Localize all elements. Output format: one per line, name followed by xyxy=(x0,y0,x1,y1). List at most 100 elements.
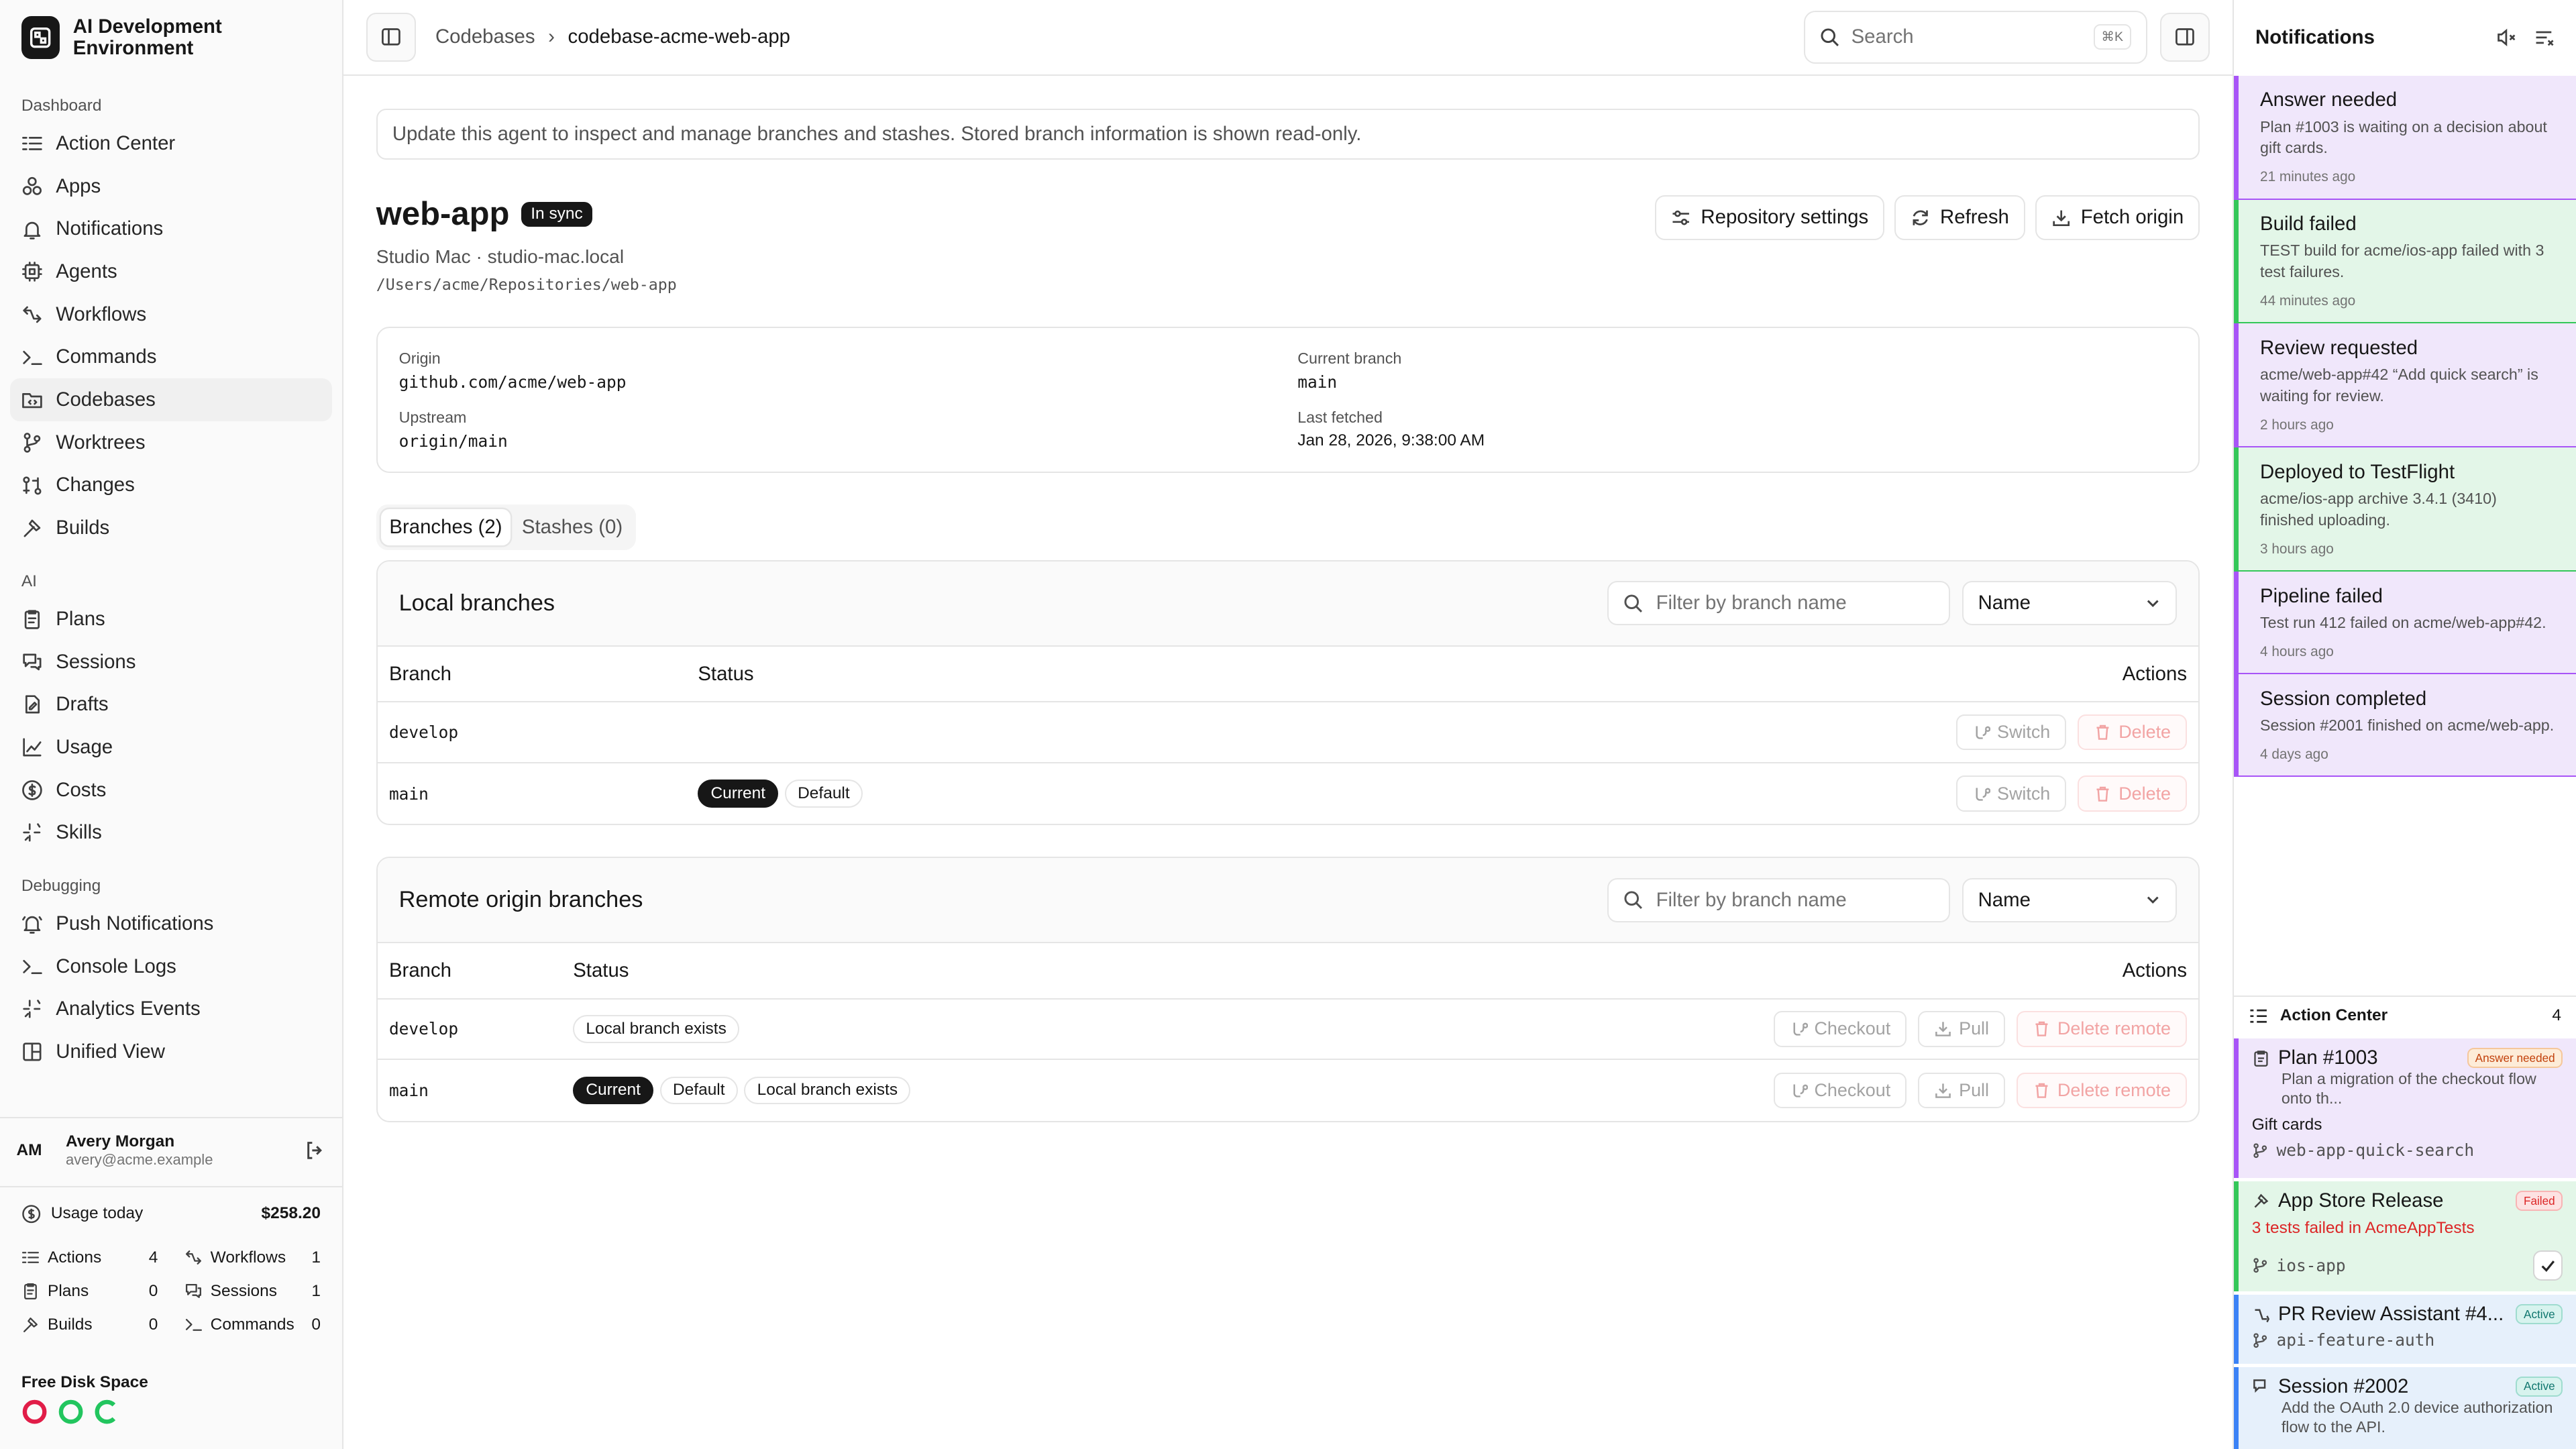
branch-name: develop xyxy=(388,722,459,742)
notifications-list: Answer needed Plan #1003 is waiting on a … xyxy=(2234,75,2576,777)
sidebar-item-label: Commands xyxy=(56,345,157,368)
sidebar-item-action-center[interactable]: Action Center xyxy=(0,122,332,165)
sidebar-item-plans[interactable]: Plans xyxy=(0,598,332,641)
search-input[interactable]: Search ⌘K xyxy=(1804,11,2147,64)
delete-remote-button[interactable]: Delete remote xyxy=(2017,1010,2188,1047)
apps-icon xyxy=(22,176,42,195)
notification-item[interactable]: Build failed TEST build for acme/ios-app … xyxy=(2234,199,2576,324)
sidebar-item-analytics-events[interactable]: Analytics Events xyxy=(0,987,332,1030)
refresh-button[interactable]: Refresh xyxy=(1894,195,2025,240)
origin-label: Origin xyxy=(398,350,441,367)
current-branch-value: main xyxy=(1297,372,1338,392)
logout-icon[interactable] xyxy=(305,1140,326,1161)
checkout-button[interactable]: Checkout xyxy=(1773,1010,1907,1047)
notification-title: Build failed xyxy=(2260,213,2357,235)
sidebar-item-commands[interactable]: Commands xyxy=(0,336,332,379)
table-row: develop Switch Delete xyxy=(377,702,2199,763)
breadcrumb-codebases[interactable]: Codebases xyxy=(435,25,535,48)
sidebar-item-codebases[interactable]: Codebases xyxy=(9,378,333,421)
delete-button[interactable]: Delete xyxy=(2078,714,2188,751)
sidebar-item-label: Agents xyxy=(56,260,117,283)
action-card-release[interactable]: App Store Release Failed 3 tests failed … xyxy=(2234,1181,2576,1291)
app-logo-icon xyxy=(21,16,60,60)
pull-button[interactable]: Pull xyxy=(1918,1010,2006,1047)
sidebar-item-unified-view[interactable]: Unified View xyxy=(0,1030,332,1073)
mute-icon[interactable] xyxy=(2496,27,2517,48)
disk-ring-icon xyxy=(58,1399,83,1424)
notification-desc: acme/web-app#42 “Add quick search” is wa… xyxy=(2260,366,2538,405)
checkout-button[interactable]: Checkout xyxy=(1773,1072,1907,1109)
nav-section-label: Dashboard xyxy=(21,97,102,115)
delete-button[interactable]: Delete xyxy=(2078,775,2188,812)
switch-button[interactable]: Switch xyxy=(1956,775,2067,812)
stat-builds[interactable]: Builds 0 xyxy=(21,1316,158,1334)
stat-plans[interactable]: Plans 0 xyxy=(21,1282,158,1301)
notification-item[interactable]: Answer needed Plan #1003 is waiting on a … xyxy=(2234,75,2576,200)
remote-sort-select[interactable]: Name xyxy=(1962,877,2178,922)
delete-remote-button[interactable]: Delete remote xyxy=(2017,1072,2188,1109)
upstream-value: origin/main xyxy=(398,431,508,451)
sidebar-item-agents[interactable]: Agents xyxy=(0,250,332,293)
notification-title: Answer needed xyxy=(2260,89,2398,111)
local-filter-input[interactable]: Filter by branch name xyxy=(1607,581,1951,626)
action-center-header[interactable]: Action Center 4 xyxy=(2234,996,2576,1035)
notification-age: 4 hours ago xyxy=(2260,643,2334,659)
user-email: avery@acme.example xyxy=(65,1151,213,1169)
action-card-session[interactable]: Session #2002 Active Add the OAuth 2.0 d… xyxy=(2234,1366,2576,1449)
sidebar-item-builds[interactable]: Builds xyxy=(0,506,332,549)
local-sort-select[interactable]: Name xyxy=(1962,581,2178,626)
clear-all-icon[interactable] xyxy=(2533,27,2555,48)
stat-value: 1 xyxy=(311,1281,321,1300)
sidebar-item-worktrees[interactable]: Worktrees xyxy=(0,421,332,464)
cpu-icon xyxy=(21,262,42,282)
stat-workflows[interactable]: Workflows 1 xyxy=(184,1248,321,1267)
notification-age: 2 hours ago xyxy=(2260,417,2334,433)
action-card-title: Session #2002 xyxy=(2277,1375,2409,1397)
sidebar-item-usage[interactable]: Usage xyxy=(0,726,332,769)
app-title: AI Development Environment xyxy=(72,15,222,60)
sidebar-item-sessions[interactable]: Sessions xyxy=(0,641,332,684)
sidebar-item-notifications[interactable]: Notifications xyxy=(0,208,332,251)
action-card-title: PR Review Assistant #4... xyxy=(2277,1303,2504,1326)
action-card-plan[interactable]: Plan #1003 Answer needed Plan a migratio… xyxy=(2234,1038,2576,1178)
fetch-origin-button[interactable]: Fetch origin xyxy=(2035,195,2200,240)
repository-settings-button[interactable]: Repository settings xyxy=(1655,195,1885,240)
notification-item[interactable]: Deployed to TestFlight acme/ios-app archi… xyxy=(2234,447,2576,572)
action-card-pr-review[interactable]: PR Review Assistant #4... Active api-fea… xyxy=(2234,1294,2576,1364)
chat-icon xyxy=(23,653,42,670)
sidebar-item-changes[interactable]: Changes xyxy=(0,464,332,507)
tab-stashes[interactable]: Stashes (0) xyxy=(514,509,631,545)
pull-button[interactable]: Pull xyxy=(1918,1072,2006,1109)
sidebar-item-push-notifications[interactable]: Push Notifications xyxy=(0,902,332,945)
tab-branches[interactable]: Branches (2) xyxy=(381,508,511,545)
sidebar-item-drafts[interactable]: Drafts xyxy=(0,683,332,726)
notification-item[interactable]: Pipeline failed Test run 412 failed on ac… xyxy=(2234,572,2576,675)
folder-code-icon xyxy=(21,393,42,409)
sidebar-item-skills[interactable]: Skills xyxy=(0,811,332,854)
brand[interactable]: AI Development Environment xyxy=(0,0,342,76)
notification-item[interactable]: Session completed Session #2001 finished … xyxy=(2234,674,2576,777)
main-content: Update this agent to inspect and manage … xyxy=(343,76,2233,1449)
user-name: Avery Morgan xyxy=(65,1132,175,1151)
toggle-sidebar-button[interactable] xyxy=(366,12,416,62)
stat-commands[interactable]: Commands 0 xyxy=(184,1316,321,1334)
sidebar-item-console-logs[interactable]: Console Logs xyxy=(0,945,332,988)
remote-filter-input[interactable]: Filter by branch name xyxy=(1607,877,1951,922)
stat-actions[interactable]: Actions 4 xyxy=(21,1248,158,1267)
last-fetched-value: Jan 28, 2026, 9:38:00 AM xyxy=(1297,431,1485,450)
local-sort-value: Name xyxy=(1978,592,2031,614)
toggle-panel-button[interactable] xyxy=(2160,12,2210,62)
notification-item[interactable]: Review requested acme/web-app#42 “Add qui… xyxy=(2234,323,2576,448)
sidebar-item-label: Codebases xyxy=(56,388,156,411)
sidebar-item-apps[interactable]: Apps xyxy=(0,165,332,208)
switch-button[interactable]: Switch xyxy=(1956,714,2067,751)
mark-done-button[interactable] xyxy=(2533,1250,2563,1281)
sidebar-item-costs[interactable]: Costs xyxy=(0,769,332,812)
action-card-error: 3 tests failed in AcmeAppTests xyxy=(2251,1218,2475,1237)
git-branch-icon xyxy=(1793,1084,1808,1097)
stat-sessions[interactable]: Sessions 1 xyxy=(184,1282,321,1301)
action-card-extra: Gift cards xyxy=(2251,1115,2322,1134)
branch-icon xyxy=(2253,1332,2267,1348)
dollar-icon xyxy=(21,780,42,800)
sidebar-item-workflows[interactable]: Workflows xyxy=(0,293,332,336)
